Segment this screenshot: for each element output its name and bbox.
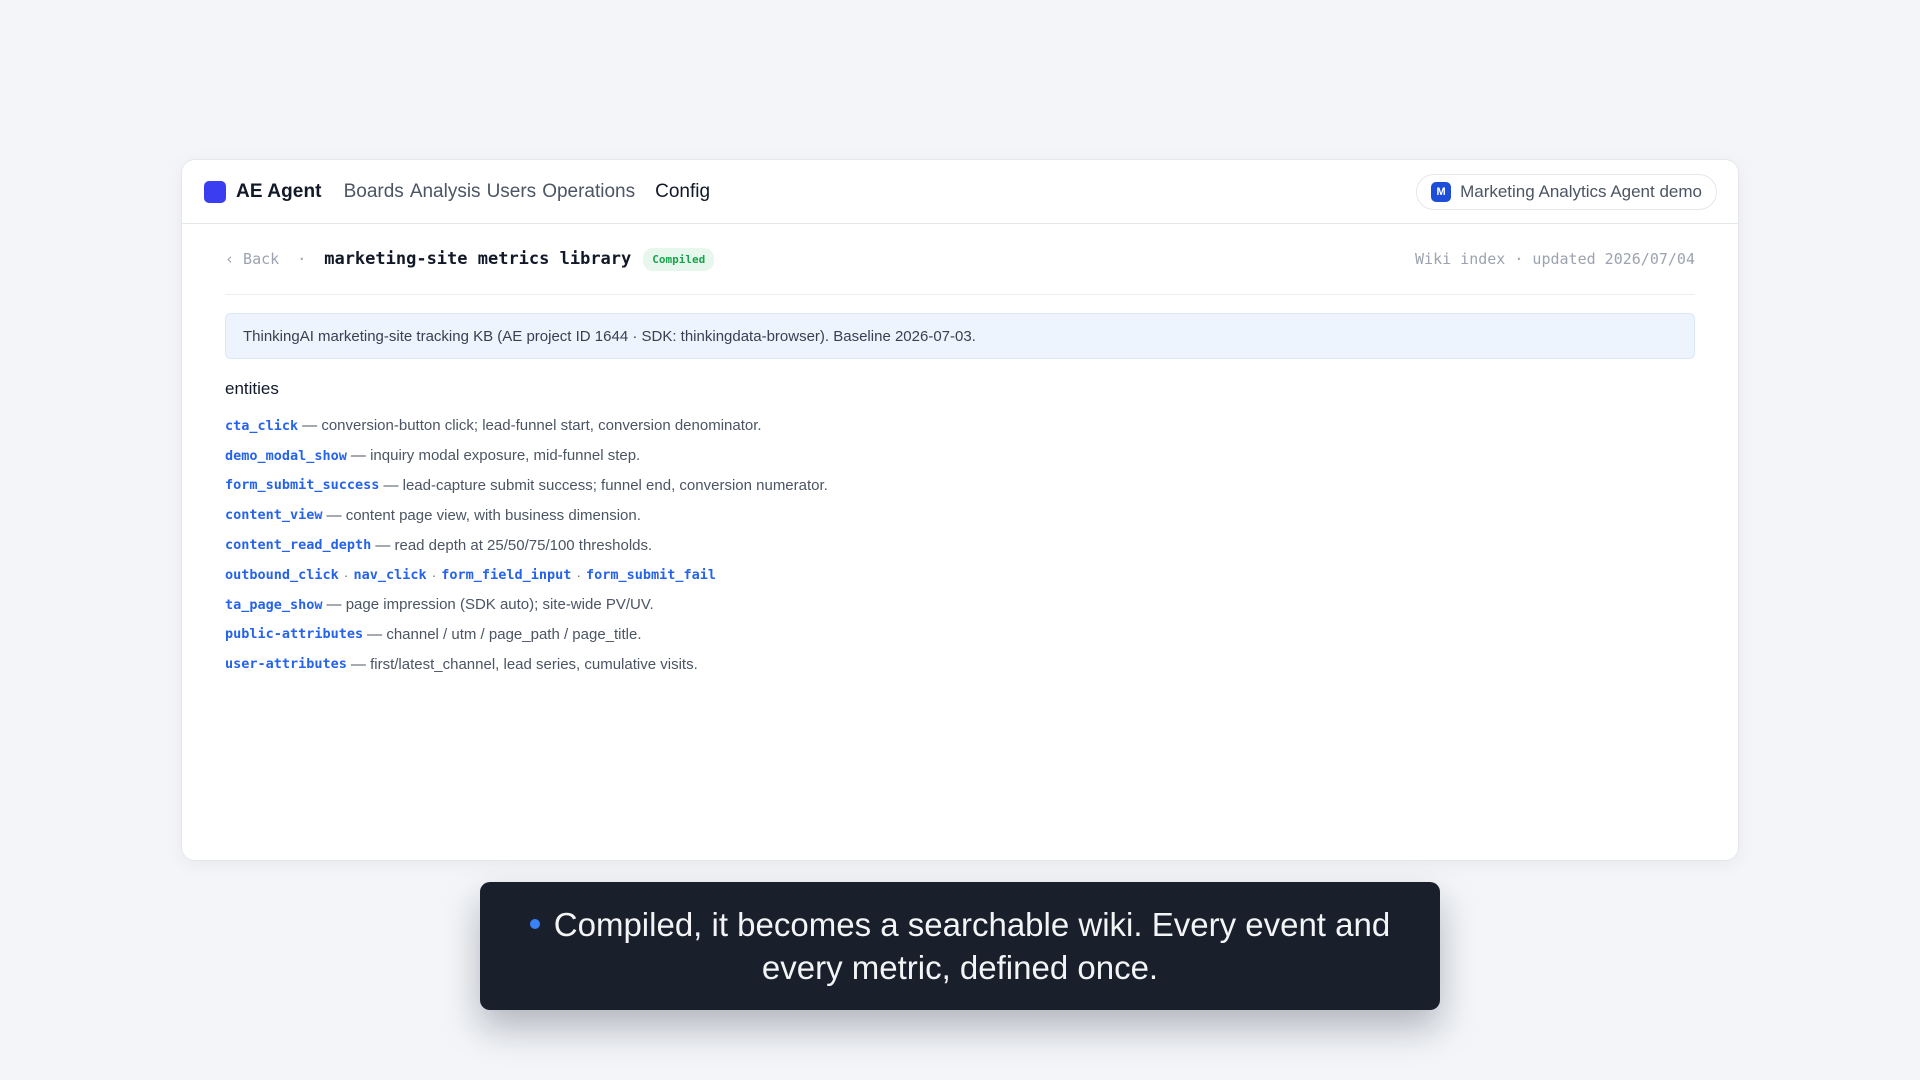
wiki-index-meta: Wiki index · updated 2026/07/04: [1415, 250, 1695, 268]
caption-text-block: Compiled, it becomes a searchable wiki. …: [516, 903, 1404, 989]
nav-item-config[interactable]: Config: [655, 181, 710, 203]
entity-description: — page impression (SDK auto); site-wide …: [326, 596, 654, 614]
entity-link[interactable]: cta_click: [225, 418, 298, 434]
bullet-dot-icon: [529, 919, 540, 930]
entity-description: — conversion-button click; lead-funnel s…: [302, 417, 762, 435]
entity-link[interactable]: outbound_click: [225, 567, 339, 583]
list-item: user-attributes — first/latest_channel, …: [225, 649, 1695, 679]
page-content: ‹ Back · marketing-site metrics library …: [182, 224, 1738, 679]
list-item: content_view — content page view, with b…: [225, 500, 1695, 530]
page-header: ‹ Back · marketing-site metrics library …: [225, 224, 1695, 295]
entity-list: cta_click — conversion-button click; lea…: [225, 411, 1695, 679]
project-avatar: M: [1431, 182, 1452, 202]
entity-link[interactable]: form_field_input: [441, 567, 571, 583]
back-button[interactable]: ‹ Back: [225, 250, 279, 268]
top-navigation-bar: AE Agent Boards Analysis Users Operation…: [182, 160, 1738, 224]
nav-item-boards[interactable]: Boards: [344, 181, 404, 203]
caption-overlay: Compiled, it becomes a searchable wiki. …: [480, 882, 1440, 1010]
status-badge: Compiled: [643, 247, 715, 271]
brand-name: AE Agent: [236, 180, 322, 202]
entity-link[interactable]: form_submit_fail: [586, 567, 716, 583]
caption-text: Compiled, it becomes a searchable wiki. …: [553, 906, 1391, 986]
entity-separator: ·: [431, 566, 437, 583]
project-selector[interactable]: M Marketing Analytics Agent demo: [1416, 174, 1717, 210]
entity-separator: ·: [343, 566, 349, 583]
entity-link[interactable]: content_view: [225, 507, 323, 523]
entity-link[interactable]: nav_click: [353, 567, 426, 583]
list-item: public-attributes — channel / utm / page…: [225, 620, 1695, 650]
list-item: cta_click — conversion-button click; lea…: [225, 411, 1695, 441]
list-item: demo_modal_show — inquiry modal exposure…: [225, 441, 1695, 471]
entity-link[interactable]: public-attributes: [225, 626, 363, 642]
entity-description: — read depth at 25/50/75/100 thresholds.: [375, 536, 653, 554]
main-nav: Boards Analysis Users Operations Config: [344, 181, 716, 203]
list-item: form_submit_success — lead-capture submi…: [225, 471, 1695, 501]
page-title: marketing-site metrics library: [324, 249, 632, 269]
list-item: outbound_click · nav_click · form_field_…: [225, 560, 1695, 590]
entity-description: — lead-capture submit success; funnel en…: [383, 476, 828, 494]
entity-link[interactable]: form_submit_success: [225, 477, 379, 493]
summary-text: ThinkingAI marketing-site tracking KB (A…: [243, 327, 976, 345]
nav-item-users[interactable]: Users: [487, 181, 537, 203]
app-window: AE Agent Boards Analysis Users Operation…: [181, 159, 1739, 861]
entity-link[interactable]: user-attributes: [225, 656, 347, 672]
entity-description: — channel / utm / page_path / page_title…: [367, 625, 642, 643]
entity-link[interactable]: demo_modal_show: [225, 448, 347, 464]
entity-description: — first/latest_channel, lead series, cum…: [350, 655, 698, 673]
project-name: Marketing Analytics Agent demo: [1460, 182, 1702, 201]
nav-item-analysis[interactable]: Analysis: [410, 181, 481, 203]
entity-description: — inquiry modal exposure, mid-funnel ste…: [350, 447, 641, 465]
header-separator: ·: [297, 250, 307, 268]
brand-logo-icon: [204, 180, 226, 203]
entity-link[interactable]: content_read_depth: [225, 537, 371, 553]
list-item: content_read_depth — read depth at 25/50…: [225, 530, 1695, 560]
summary-box: ThinkingAI marketing-site tracking KB (A…: [225, 313, 1695, 359]
list-item: ta_page_show — page impression (SDK auto…: [225, 590, 1695, 620]
entity-separator: ·: [576, 566, 582, 583]
entity-description: — content page view, with business dimen…: [326, 506, 641, 524]
section-heading: entities: [225, 379, 279, 398]
nav-item-operations[interactable]: Operations: [542, 181, 635, 203]
entity-link[interactable]: ta_page_show: [225, 597, 323, 613]
